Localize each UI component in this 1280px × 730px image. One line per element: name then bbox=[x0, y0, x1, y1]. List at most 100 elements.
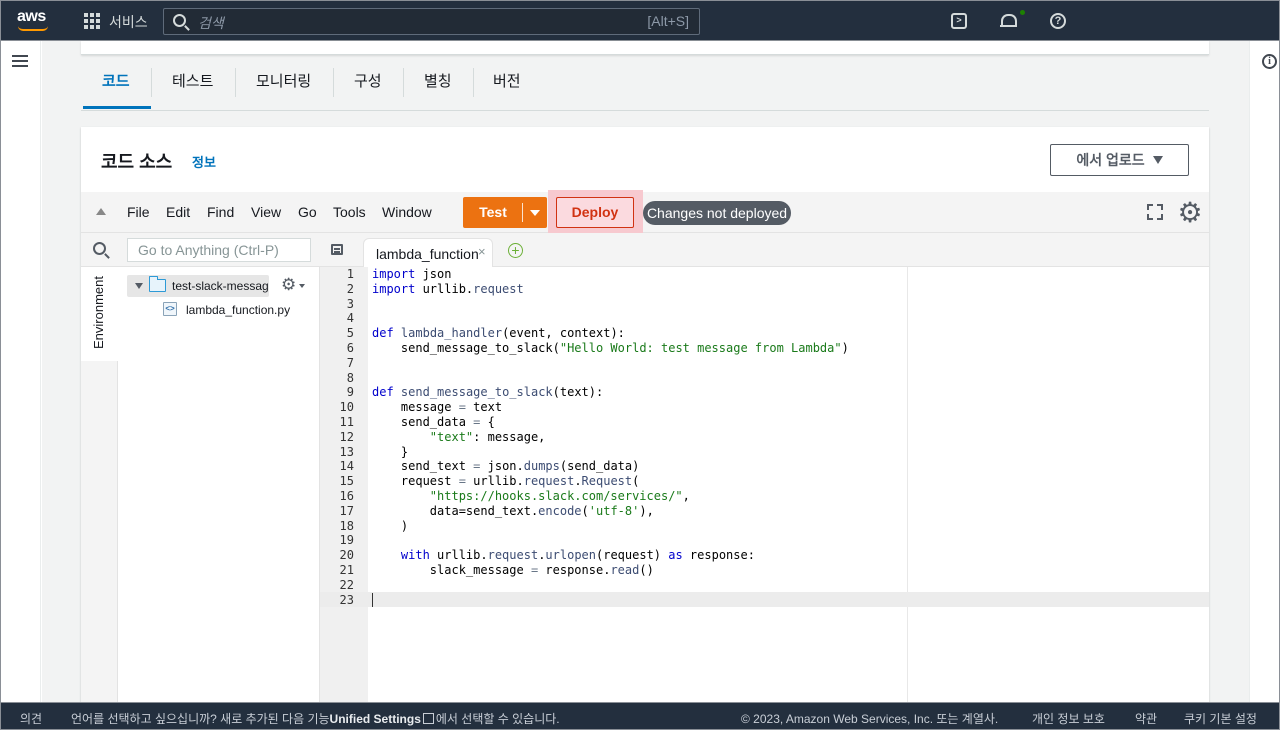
bell-icon[interactable] bbox=[1000, 13, 1017, 29]
help-icon[interactable]: ? bbox=[1050, 13, 1066, 29]
status-badge: Changes not deployed bbox=[643, 201, 791, 225]
terms-link[interactable]: 약관 bbox=[1135, 710, 1157, 727]
line-number: 4 bbox=[346, 311, 354, 326]
menu-edit[interactable]: Edit bbox=[166, 204, 190, 220]
aws-logo[interactable]: aws bbox=[17, 8, 46, 26]
code-text: send_message_to_slack("Hello World: test… bbox=[372, 341, 849, 355]
code-text: data=send_text.encode('utf-8'), bbox=[372, 503, 654, 518]
test-dropdown-caret-icon[interactable] bbox=[530, 210, 540, 216]
code-editor[interactable]: 1 import json 2 import urllib.request 3 4 5 def… bbox=[320, 267, 1209, 702]
menu-tools[interactable]: Tools bbox=[333, 204, 366, 220]
tree-folder-row[interactable]: test-slack-messages bbox=[127, 275, 269, 297]
line-number: 21 bbox=[339, 563, 354, 577]
line-number: 1 bbox=[346, 267, 354, 281]
tab-monitoring[interactable]: 모니터링 bbox=[256, 67, 311, 97]
code-text: def send_message_to_slack(text): bbox=[372, 385, 604, 400]
tab-divider bbox=[235, 68, 236, 97]
expand-triangle-icon[interactable] bbox=[135, 283, 143, 289]
language-prefix: 언어를 선택하고 싶으십니까? 새로 추가된 다음 기능 bbox=[71, 712, 330, 726]
line-number: 10 bbox=[339, 400, 354, 415]
code-text: request = urllib.request.Request( bbox=[372, 474, 640, 489]
feedback-link[interactable]: 의견 bbox=[20, 710, 42, 727]
cloudshell-icon[interactable]: > bbox=[951, 13, 967, 29]
line-number: 16 bbox=[339, 489, 354, 503]
gear-icon[interactable]: ⚙ bbox=[1176, 199, 1204, 227]
add-tab-plus-icon[interactable]: + bbox=[508, 243, 523, 258]
unified-settings-link[interactable]: Unified Settings bbox=[330, 712, 421, 726]
menu-window[interactable]: Window bbox=[382, 204, 432, 220]
menu-find[interactable]: Find bbox=[207, 204, 234, 220]
left-side-rail bbox=[0, 41, 41, 702]
upload-from-label: 에서 업로드 bbox=[1076, 152, 1145, 168]
editor-file-tab[interactable]: lambda_function × bbox=[363, 238, 493, 268]
line-number: 11 bbox=[339, 415, 354, 429]
tab-test[interactable]: 테스트 bbox=[172, 67, 213, 97]
code-text: def lambda_handler(event, context): bbox=[372, 326, 625, 341]
external-link-icon bbox=[422, 713, 434, 724]
line-number: 14 bbox=[339, 459, 354, 474]
code-text: ) bbox=[372, 518, 409, 533]
menu-go[interactable]: Go bbox=[298, 204, 317, 220]
test-label: Test bbox=[479, 204, 507, 220]
code-text: message = text bbox=[372, 400, 503, 415]
tab-divider bbox=[151, 68, 152, 97]
environment-tab[interactable]: Environment bbox=[81, 267, 118, 361]
menu-file[interactable]: File bbox=[127, 204, 150, 220]
tree-gear-icon[interactable]: ⚙ bbox=[281, 276, 296, 294]
services-menu[interactable]: 서비스 bbox=[109, 12, 148, 32]
language-notice: 언어를 선택하고 싶으십니까? 새로 추가된 다음 기능Unified Sett… bbox=[71, 710, 560, 727]
search-placeholder: 검색 bbox=[198, 15, 224, 31]
copyright: © 2023, Amazon Web Services, Inc. 또는 계열사… bbox=[741, 712, 999, 726]
info-icon[interactable]: i bbox=[1262, 54, 1277, 69]
upload-from-button[interactable]: 에서 업로드 bbox=[1050, 144, 1189, 176]
privacy-link[interactable]: 개인 정보 보호 bbox=[1032, 710, 1105, 727]
caret-down-icon[interactable] bbox=[299, 284, 305, 288]
fullscreen-icon[interactable] bbox=[1147, 204, 1163, 220]
folder-name: test-slack-messages bbox=[172, 279, 268, 293]
line-number: 12 bbox=[339, 429, 354, 444]
menu-view[interactable]: View bbox=[251, 204, 281, 220]
code-text: import json bbox=[372, 267, 452, 281]
collapse-triangle-icon[interactable] bbox=[96, 208, 106, 215]
tab-versions[interactable]: 버전 bbox=[493, 67, 521, 97]
line-number: 19 bbox=[339, 533, 354, 548]
top-navigation-bar: aws 서비스 검색 [Alt+S] > ? bbox=[0, 0, 1280, 41]
function-tabs: 코드 테스트 모니터링 구성 별칭 버전 bbox=[81, 55, 1209, 111]
document-list-icon[interactable] bbox=[331, 244, 343, 255]
services-grid-icon[interactable] bbox=[84, 13, 100, 29]
line-number: 17 bbox=[339, 503, 354, 518]
tab-code[interactable]: 코드 bbox=[102, 67, 130, 97]
python-file-icon: <> bbox=[163, 302, 177, 316]
tab-configuration[interactable]: 구성 bbox=[354, 67, 382, 97]
tree-file-name[interactable]: lambda_function.py bbox=[186, 303, 290, 317]
code-text: send_text = json.dumps(send_data) bbox=[372, 459, 640, 474]
environment-strip: Environment bbox=[81, 267, 118, 702]
info-link[interactable]: 정보 bbox=[192, 152, 216, 171]
line-number: 3 bbox=[346, 296, 354, 311]
global-search-input[interactable]: 검색 [Alt+S] bbox=[163, 8, 700, 35]
split-divider bbox=[522, 203, 523, 222]
tab-aliases[interactable]: 별칭 bbox=[424, 67, 452, 97]
close-icon[interactable]: × bbox=[478, 244, 486, 259]
search-icon bbox=[173, 14, 186, 27]
active-line-highlight bbox=[320, 592, 1209, 607]
search-icon[interactable] bbox=[93, 242, 106, 255]
goto-anything-input[interactable] bbox=[127, 238, 311, 262]
code-text: send_data = { bbox=[372, 415, 495, 429]
hamburger-menu-icon[interactable] bbox=[12, 55, 28, 67]
line-number: 5 bbox=[346, 326, 354, 341]
cookie-preferences-link[interactable]: 쿠키 기본 설정 bbox=[1184, 710, 1257, 727]
console-footer: 의견 언어를 선택하고 싶으십니까? 새로 추가된 다음 기능Unified S… bbox=[0, 702, 1280, 730]
folder-icon bbox=[149, 276, 166, 292]
panel-title: 코드 소스 bbox=[101, 152, 173, 172]
code-text: import urllib.request bbox=[372, 281, 524, 296]
aws-logo-smile bbox=[18, 26, 48, 31]
line-number: 7 bbox=[346, 355, 354, 370]
line-number: 15 bbox=[339, 474, 354, 489]
deploy-button[interactable]: Deploy bbox=[556, 197, 634, 228]
test-button[interactable]: Test bbox=[463, 197, 547, 228]
line-number: 6 bbox=[346, 341, 354, 355]
line-number: 23 bbox=[339, 592, 354, 607]
right-side-rail bbox=[1249, 41, 1280, 702]
code-text: "https://hooks.slack.com/services/", bbox=[429, 489, 690, 503]
